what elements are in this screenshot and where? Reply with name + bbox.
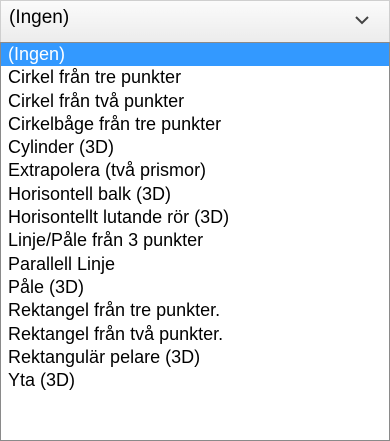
dropdown-option[interactable]: Rektangulär pelare (3D) (1, 346, 389, 369)
dropdown-option[interactable]: Cirkel från två punkter (1, 90, 389, 113)
dropdown-list: (Ingen) Cirkel från tre punkter Cirkel f… (0, 42, 390, 441)
chevron-down-icon[interactable] (353, 13, 371, 27)
dropdown-option[interactable]: Horisontell balk (3D) (1, 183, 389, 206)
dropdown-option[interactable]: Parallell Linje (1, 253, 389, 276)
dropdown-option[interactable]: Horisontellt lutande rör (3D) (1, 206, 389, 229)
dropdown-option[interactable]: Cylinder (3D) (1, 136, 389, 159)
dropdown-option[interactable]: (Ingen) (1, 43, 389, 67)
dropdown-option[interactable]: Yta (3D) (1, 369, 389, 392)
dropdown-option[interactable]: Påle (3D) (1, 276, 389, 299)
combobox-selected-value: (Ingen) (9, 7, 70, 28)
dropdown-option[interactable]: Rektangel från två punkter. (1, 323, 389, 346)
dropdown-option[interactable]: Cirkelbåge från tre punkter (1, 113, 389, 136)
dropdown-option[interactable]: Extrapolera (två prismor) (1, 159, 389, 182)
dropdown-option[interactable]: Rektangel från tre punkter. (1, 299, 389, 322)
combobox[interactable]: (Ingen) (0, 0, 390, 43)
combobox-widget: (Ingen) (Ingen) Cirkel från tre punkter … (0, 0, 390, 441)
dropdown-option[interactable]: Cirkel från tre punkter (1, 66, 389, 89)
dropdown-option[interactable]: Linje/Påle från 3 punkter (1, 229, 389, 252)
